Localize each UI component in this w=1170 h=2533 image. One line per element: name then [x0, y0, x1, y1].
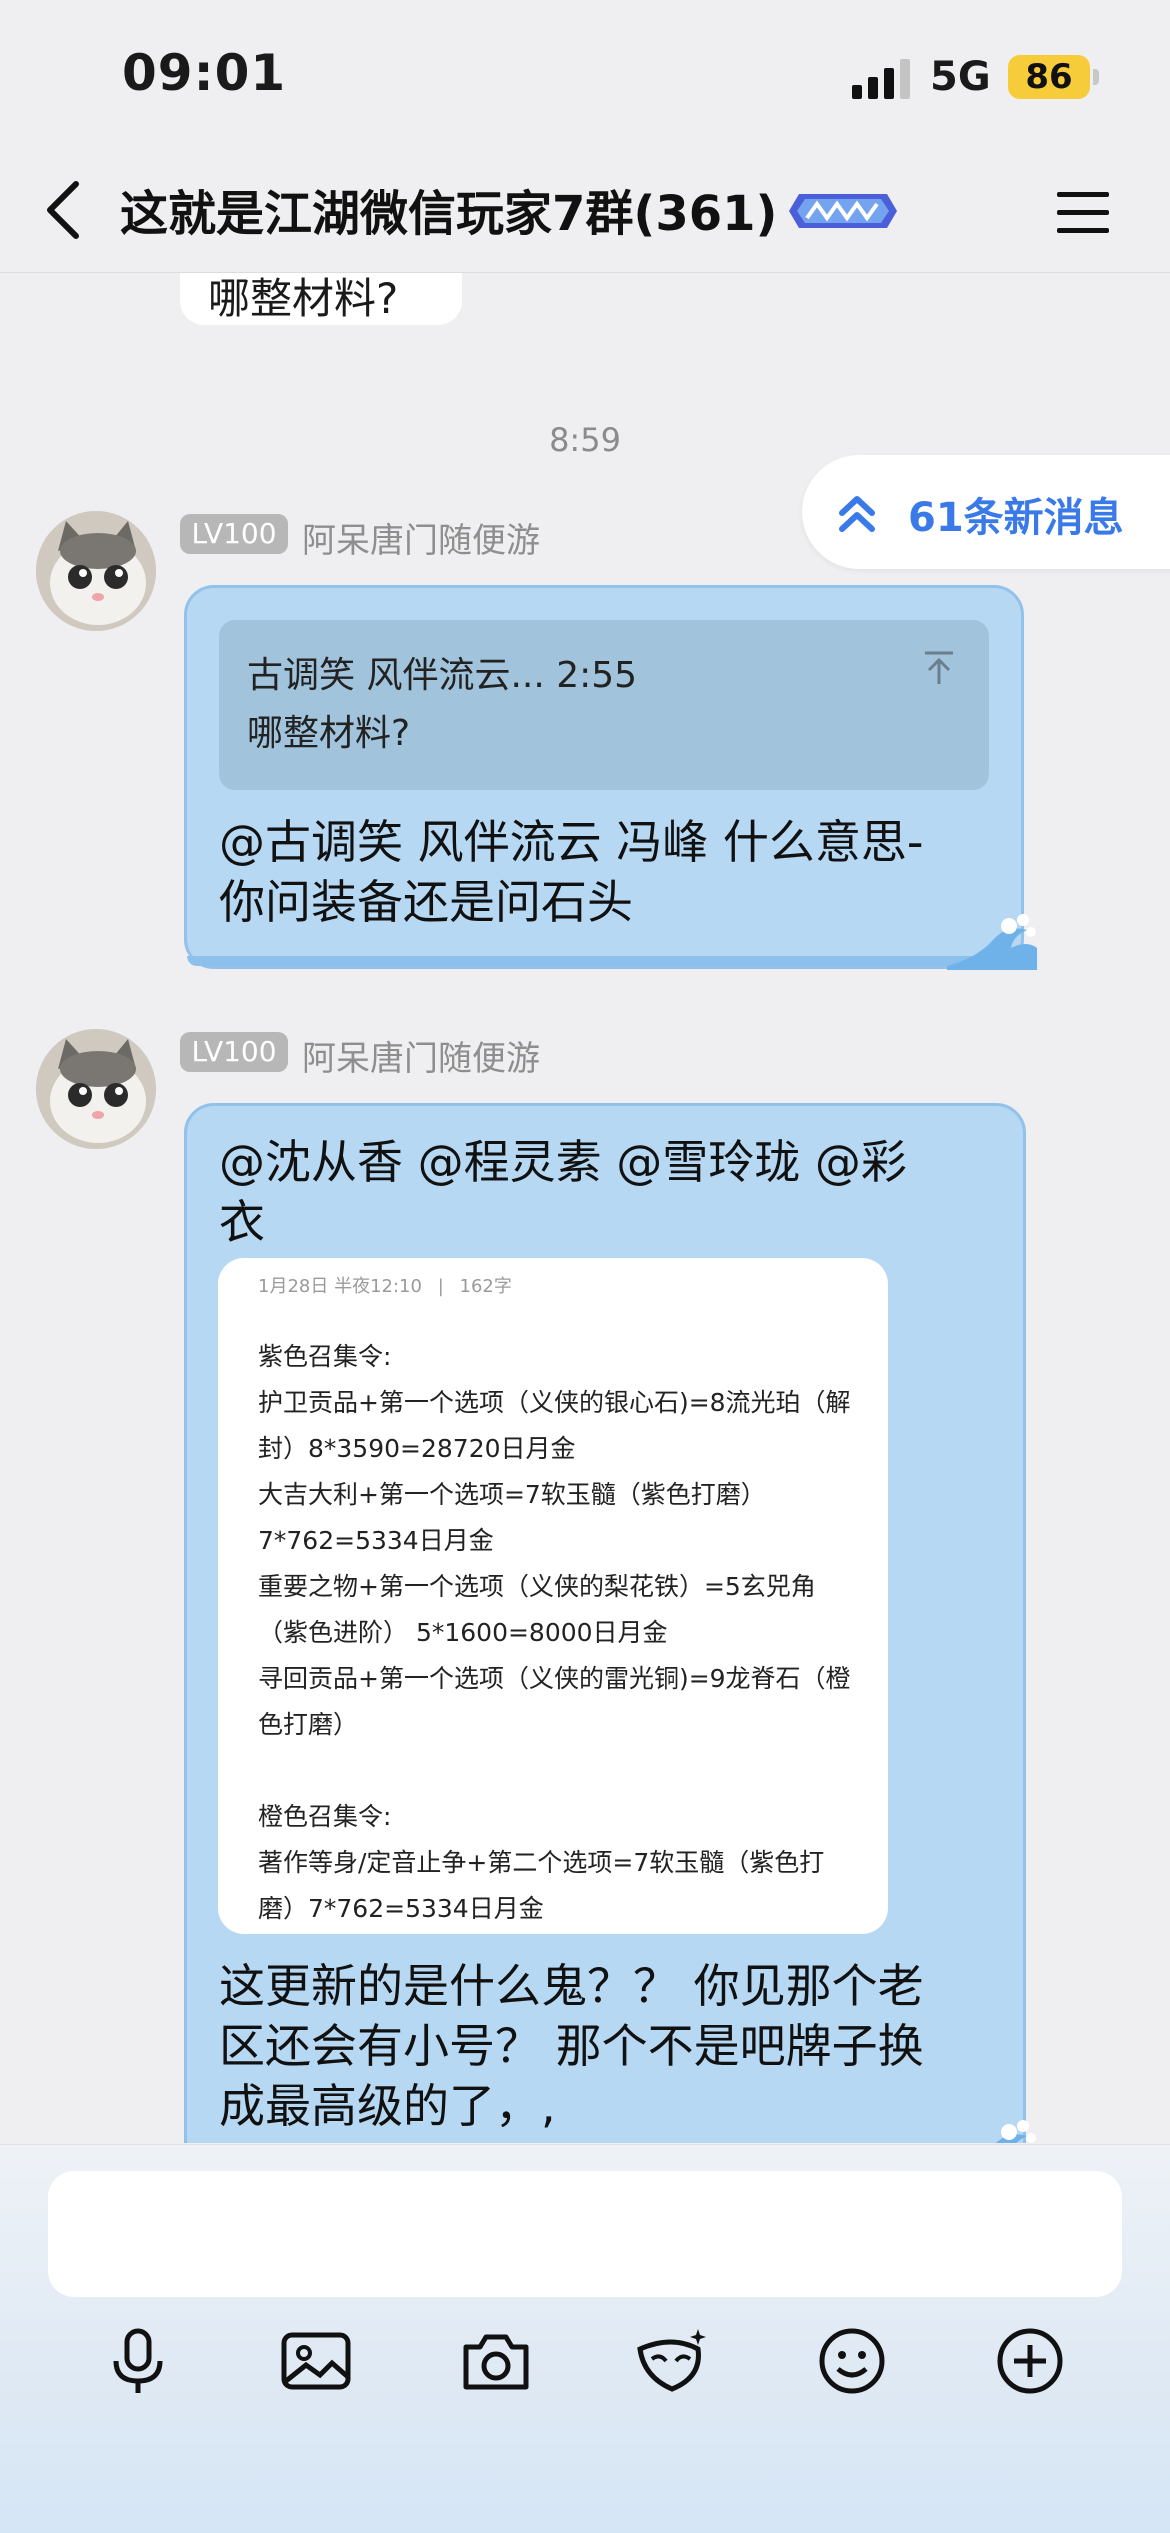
composer [0, 2144, 1170, 2533]
battery-tip [1093, 69, 1099, 85]
card-meta: 1月28日 半夜12:10 | 162字 [258, 1272, 512, 1298]
cat-avatar-icon [36, 1029, 156, 1149]
level-badge: LV100 [180, 1032, 288, 1072]
message-list[interactable]: 哪整材料? 8:59 61条新消息 LV100 阿呆唐门随便游 古调笑 风伴流云… [0, 273, 1170, 2143]
back-arrow-icon[interactable] [40, 172, 90, 248]
new-messages-label: 61条新消息 [908, 495, 1124, 541]
plus-button[interactable] [990, 2321, 1070, 2401]
card-line [258, 1748, 858, 1794]
card-line: 色打磨） [258, 1710, 359, 1739]
chat-header: 这就是江湖微信玩家7群(361) [0, 150, 1170, 273]
message-bubble[interactable]: @沈从香 @程灵素 @雪玲珑 @彩 衣 1月28日 半夜12:10 | 162字… [184, 1103, 1036, 2143]
card-body: 紫色召集令: 护卫贡品+第一个选项（义侠的银心石)=8流光珀（解 封）8*359… [258, 1334, 858, 1932]
mention-text: @沈从香 @程灵素 @雪玲珑 @彩 衣 [219, 1132, 1009, 1252]
message-text: 这更新的是什么鬼？？ 你见那个老 区还会有小号？ 那个不是吧牌子换 成最高级的了… [219, 1956, 1009, 2136]
message-line: @古调笑 风伴流云 冯峰 什么意思- [219, 815, 924, 869]
sender-name[interactable]: 阿呆唐门随便游 [302, 1031, 540, 1080]
battery-level: 86 [1008, 55, 1090, 99]
wave-decoration-icon [947, 914, 1037, 970]
card-date: 1月28日 半夜12:10 [258, 1276, 422, 1297]
quote-header: 古调笑 风伴流云... 2:55 [247, 655, 638, 696]
camera-button[interactable] [456, 2321, 536, 2401]
card-separator: | [437, 1276, 444, 1297]
level-badge: LV100 [180, 514, 288, 554]
image-button[interactable] [276, 2321, 356, 2401]
message-text: @古调笑 风伴流云 冯峰 什么意思- 你问装备还是问石头 [219, 812, 1009, 932]
emoji-button[interactable] [812, 2321, 892, 2401]
game-logo-badge-icon [789, 194, 897, 228]
card-line: 橙色召集令: [258, 1802, 392, 1831]
message-line: 成最高级的了，, [219, 2079, 556, 2133]
card-line: 大吉大利+第一个选项=7软玉髓（紫色打磨） [258, 1480, 766, 1509]
new-messages-button[interactable]: 61条新消息 [802, 455, 1170, 569]
card-line: 著作等身/定音止争+第二个选项=7软玉髓（紫色打 [258, 1848, 825, 1877]
message-text: 哪整材料? [208, 274, 399, 323]
emoji-icon [819, 2328, 885, 2394]
camera-icon [463, 2334, 529, 2390]
jump-to-top-icon[interactable] [919, 648, 959, 688]
card-line: 重要之物+第一个选项（义侠的梨花铁）=5玄兕角 [258, 1572, 816, 1601]
message-bubble[interactable]: 古调笑 风伴流云... 2:55 哪整材料? @古调笑 风伴流云 冯峰 什么意思… [184, 585, 1037, 970]
message-line: 衣 [219, 1195, 265, 1249]
mask-button[interactable] [632, 2321, 712, 2401]
wave-decoration-icon [995, 2120, 1036, 2143]
status-bar: 09:01 5G 86 [0, 0, 1170, 150]
mask-icon [637, 2329, 706, 2392]
bubble-shade [187, 956, 1021, 966]
cat-avatar-icon [36, 511, 156, 631]
card-line: （紫色进阶） 5*1600=8000日月金 [258, 1618, 668, 1647]
message-input[interactable] [48, 2171, 1122, 2297]
card-line: 封）8*3590=28720日月金 [258, 1434, 576, 1463]
message-line: 你问装备还是问石头 [219, 875, 633, 929]
card-line: 7*762=5334日月金 [258, 1526, 494, 1555]
image-card[interactable]: 1月28日 半夜12:10 | 162字 紫色召集令: 护卫贡品+第一个选项（义… [218, 1258, 888, 1934]
card-count: 162字 [459, 1276, 512, 1297]
message-line: 区还会有小号？ 那个不是吧牌子换 [219, 2019, 924, 2073]
card-line: 寻回贡品+第一个选项（义侠的雷光铜)=9龙脊石（橙 [258, 1664, 851, 1693]
avatar[interactable] [36, 511, 156, 631]
network-type: 5G [930, 54, 991, 100]
menu-icon[interactable] [1053, 182, 1113, 242]
sender-name[interactable]: 阿呆唐门随便游 [302, 513, 540, 562]
time-divider: 8:59 [549, 421, 621, 459]
card-line: 紫色召集令: [258, 1342, 392, 1371]
microphone-button[interactable] [98, 2321, 178, 2401]
card-line: 护卫贡品+第一个选项（义侠的银心石)=8流光珀（解 [258, 1388, 851, 1417]
image-icon [281, 2332, 351, 2390]
quote-text: 哪整材料? [247, 713, 411, 754]
microphone-icon [113, 2328, 163, 2393]
card-line: 磨）7*762=5334日月金 [258, 1894, 544, 1923]
quoted-message[interactable]: 古调笑 风伴流云... 2:55 哪整材料? [219, 620, 989, 790]
avatar[interactable] [36, 1029, 156, 1149]
double-chevron-up-icon [839, 496, 875, 532]
status-time: 09:01 [122, 44, 287, 102]
message-line: @沈从香 @程灵素 @雪玲珑 @彩 [219, 1135, 907, 1189]
cellular-signal-icon [852, 59, 910, 99]
chat-title[interactable]: 这就是江湖微信玩家7群(361) [120, 174, 777, 244]
message-line: 这更新的是什么鬼？？ 你见那个老 [219, 1959, 924, 2013]
plus-icon [997, 2328, 1063, 2394]
